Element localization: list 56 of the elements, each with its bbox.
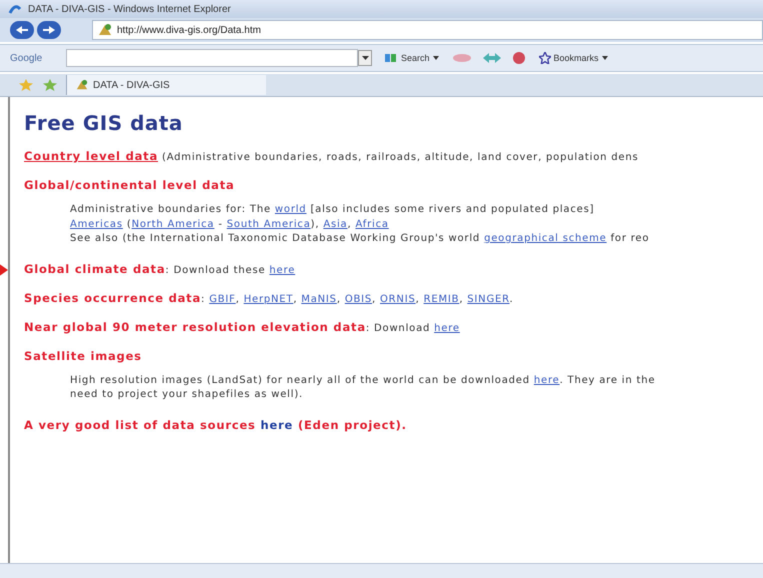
caret-icon [602, 56, 608, 60]
link[interactable]: ORNIS [380, 294, 416, 304]
back-button[interactable] [10, 21, 34, 39]
link[interactable]: Asia [323, 218, 348, 230]
arrows-icon[interactable] [480, 52, 503, 64]
bookmarks-button[interactable]: Bookmarks [534, 52, 612, 64]
link[interactable]: Africa [355, 218, 389, 230]
window-title: DATA - DIVA-GIS - Windows Internet Explorer [28, 4, 231, 14]
add-favorite-icon[interactable] [42, 79, 58, 91]
section-heading: Country level data (Administrative boundaries, roads, railroads, altitude, land cover, population dens [24, 149, 640, 163]
link[interactable]: Americas [70, 218, 123, 230]
link[interactable]: geographical scheme [484, 233, 607, 244]
dropdown-button[interactable] [358, 50, 372, 66]
link[interactable]: REMIB [424, 294, 460, 304]
favorites-star-icon[interactable] [18, 79, 34, 91]
toolbar-search-field[interactable] [66, 49, 358, 67]
right-arrow-icon [42, 25, 56, 35]
section-heading: Near global 90 meter resolution elevation data: Download here [24, 320, 461, 334]
address-field[interactable]: http://www.diva-gis.org/Data.htm [92, 20, 763, 40]
section-heading: Global/continental level data [24, 178, 236, 192]
link[interactable]: South America [226, 218, 311, 230]
search-button[interactable]: Search [380, 52, 443, 64]
paragraph-line: High resolution images (LandSat) for nearly all of the world can be downloaded here. They are in the [70, 374, 656, 388]
link[interactable]: GBIF [209, 294, 236, 304]
site-icon [75, 79, 89, 91]
link[interactable]: HerpNET [244, 294, 294, 304]
section-heading: A very good list of data sources here (Eden project). [24, 418, 408, 432]
link[interactable]: here [434, 322, 460, 334]
link[interactable]: here [269, 264, 296, 276]
link[interactable]: world [274, 204, 306, 215]
page-heading: Free GIS data [24, 111, 184, 135]
section-heading: Satellite images [24, 348, 143, 362]
link[interactable]: here [260, 418, 294, 432]
link[interactable]: here [534, 374, 560, 386]
paragraph-line: See also (the International Taxonomic Database Working Group's world geographical scheme for reo [70, 232, 650, 246]
search-logo-icon [384, 52, 398, 64]
section-heading: Global climate data: Download these here [24, 262, 296, 276]
paragraph-line: need to project your shapefiles as well). [70, 388, 304, 402]
browser-tab[interactable]: DATA - DIVA-GIS [66, 75, 266, 95]
section-heading: Species occurrence data: GBIF, HerpNET, MaNIS, OBIS, ORNIS, REMIB, SINGER. [24, 290, 515, 304]
caret-icon [362, 56, 368, 60]
google-logo: Google [10, 52, 44, 64]
link[interactable]: MaNIS [301, 294, 337, 304]
browser-logo-icon [8, 3, 22, 15]
paragraph-line: Americas (North America - South America), Asia, Africa [70, 218, 390, 232]
forward-button[interactable] [37, 21, 61, 39]
site-icon [97, 23, 113, 37]
left-arrow-icon [15, 25, 29, 35]
link[interactable]: North America [132, 218, 214, 230]
paragraph-line: Administrative boundaries for: The world [also includes some rivers and populated places] [70, 203, 596, 217]
link[interactable]: SINGER [467, 294, 510, 304]
caret-icon [432, 56, 439, 60]
link[interactable]: Country level data [24, 149, 158, 163]
link[interactable]: OBIS [344, 294, 372, 304]
blocker-icon[interactable] [510, 51, 527, 65]
star-icon [538, 52, 551, 64]
